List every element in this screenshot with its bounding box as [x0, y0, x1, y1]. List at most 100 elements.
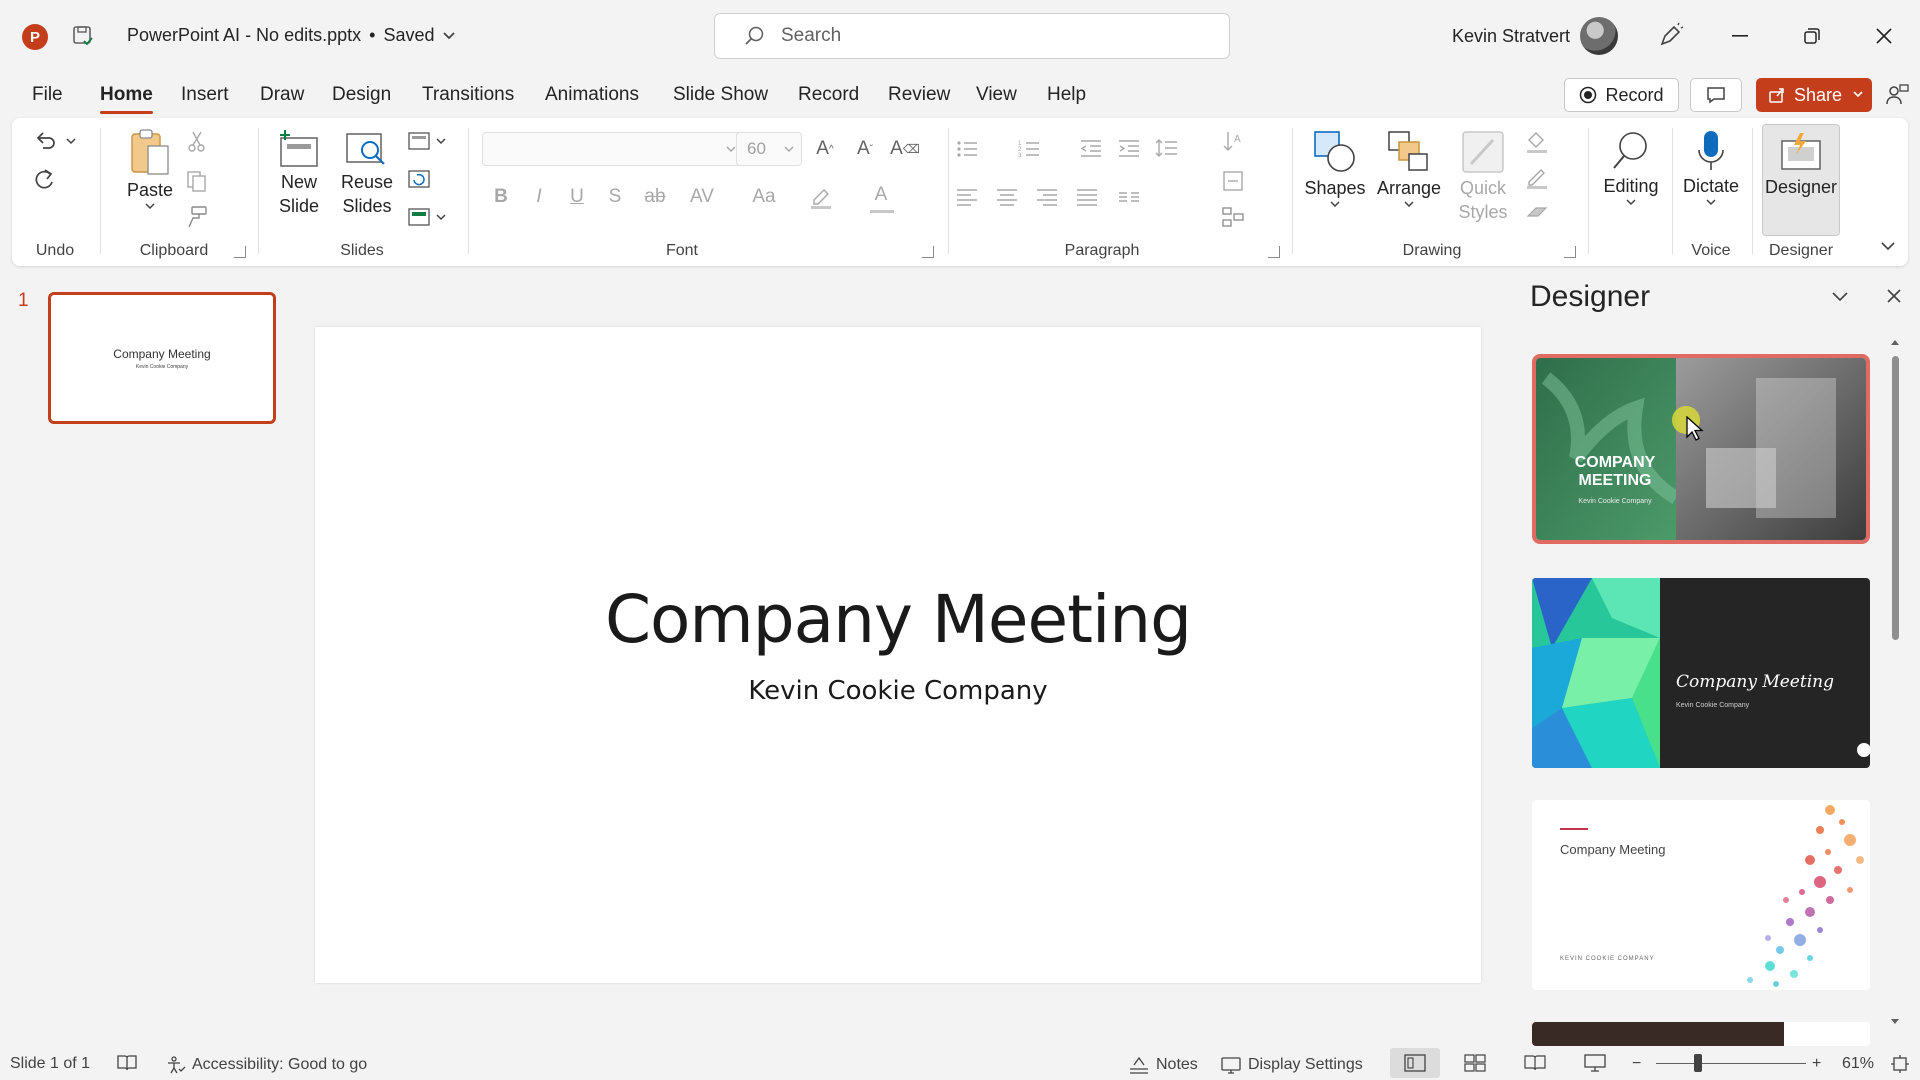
arrange-button[interactable]: Arrange — [1372, 128, 1446, 210]
font-family-dropdown[interactable] — [482, 132, 744, 166]
tab-view[interactable]: View — [976, 84, 1017, 106]
change-case-icon[interactable]: Aa — [746, 184, 782, 210]
reuse-slides-button[interactable]: Reuse Slides — [334, 128, 400, 218]
tab-help[interactable]: Help — [1047, 84, 1086, 106]
slide-count[interactable]: Slide 1 of 1 — [10, 1055, 90, 1073]
designer-scrollbar[interactable] — [1890, 338, 1900, 1028]
chevron-down-icon[interactable] — [1852, 87, 1864, 101]
record-button[interactable]: Record — [1564, 78, 1679, 112]
line-spacing-icon[interactable] — [1154, 136, 1180, 162]
align-text-icon[interactable] — [1220, 168, 1246, 194]
avatar[interactable] — [1580, 17, 1618, 55]
zoom-slider-thumb[interactable] — [1694, 1054, 1702, 1072]
zoom-level[interactable]: 61% — [1842, 1055, 1874, 1073]
quick-styles-button[interactable]: Quick Styles — [1446, 128, 1520, 224]
tab-home[interactable]: Home — [100, 84, 153, 114]
editing-button[interactable]: Editing — [1596, 128, 1666, 208]
slide-subtitle[interactable]: Kevin Cookie Company — [315, 676, 1481, 706]
underline-icon[interactable]: U — [564, 184, 590, 210]
design-idea-card[interactable]: Company Meeting KEVIN COOKIE COMPANY — [1532, 800, 1870, 990]
tab-transitions[interactable]: Transitions — [422, 84, 514, 106]
strikethrough-icon[interactable]: ab — [642, 184, 668, 210]
design-idea-card[interactable]: Company Meeting Kevin Cookie Company — [1532, 578, 1870, 768]
spell-check-icon[interactable] — [116, 1053, 138, 1073]
zoom-in-button[interactable]: + — [1812, 1055, 1821, 1073]
italic-icon[interactable]: I — [526, 184, 552, 210]
accessibility-status[interactable]: Accessibility: Good to go — [166, 1055, 367, 1075]
slide-show-icon[interactable] — [1584, 1054, 1606, 1072]
columns-icon[interactable] — [1116, 184, 1142, 210]
zoom-out-button[interactable]: − — [1632, 1055, 1641, 1073]
dictate-button[interactable]: Dictate — [1676, 128, 1746, 208]
slide-thumbnail[interactable]: Company Meeting Kevin Cookie Company — [48, 292, 276, 424]
slide-title[interactable]: Company Meeting — [315, 581, 1481, 658]
display-settings-button[interactable]: Display Settings — [1220, 1055, 1363, 1075]
new-slide-button[interactable]: New Slide — [268, 128, 330, 218]
notes-button[interactable]: Notes — [1128, 1055, 1198, 1075]
tab-animations[interactable]: Animations — [545, 84, 639, 106]
shape-fill-icon[interactable] — [1524, 128, 1550, 154]
collapse-ribbon-icon[interactable] — [1880, 240, 1896, 252]
shape-outline-icon[interactable] — [1524, 164, 1550, 190]
present-teams-icon[interactable] — [1884, 82, 1910, 108]
cut-icon[interactable] — [184, 128, 210, 154]
restore-button[interactable] — [1794, 18, 1830, 54]
designer-options-button[interactable] — [1826, 282, 1854, 310]
chevron-down-icon[interactable] — [64, 128, 78, 154]
design-idea-card[interactable] — [1532, 1022, 1870, 1046]
paragraph-launcher-icon[interactable] — [1268, 246, 1280, 258]
document-title[interactable]: PowerPoint AI - No edits.pptx • Saved — [127, 25, 456, 46]
design-idea-card[interactable]: COMPANY MEETING Kevin Cookie Company — [1532, 354, 1870, 544]
normal-view-icon[interactable] — [1404, 1054, 1426, 1072]
scrollbar-thumb[interactable] — [1892, 356, 1899, 640]
designer-close-button[interactable] — [1880, 282, 1908, 310]
paste-button[interactable]: Paste — [118, 128, 182, 212]
undo-icon[interactable] — [32, 128, 58, 154]
format-painter-icon[interactable] — [184, 204, 210, 230]
justify-icon[interactable] — [1074, 184, 1100, 210]
font-color-icon[interactable]: A — [868, 182, 894, 208]
align-center-icon[interactable] — [994, 184, 1020, 210]
copilot-pen-icon[interactable] — [1656, 22, 1684, 50]
user-name[interactable]: Kevin Stratvert — [1452, 26, 1570, 47]
text-shadow-icon[interactable]: S — [602, 184, 628, 210]
minimize-button[interactable] — [1722, 18, 1758, 54]
close-window-button[interactable] — [1866, 18, 1902, 54]
slide-sorter-icon[interactable] — [1464, 1054, 1486, 1072]
increase-indent-icon[interactable] — [1116, 136, 1142, 162]
shape-effects-icon[interactable] — [1524, 200, 1550, 226]
redo-icon[interactable] — [32, 166, 58, 192]
tab-draw[interactable]: Draw — [260, 84, 304, 106]
chevron-down-icon[interactable] — [434, 128, 448, 154]
align-left-icon[interactable] — [954, 184, 980, 210]
clear-formatting-icon[interactable]: A ⌫ — [890, 136, 920, 162]
bold-icon[interactable]: B — [488, 184, 514, 210]
character-spacing-icon[interactable]: AV — [684, 184, 720, 210]
tab-review[interactable]: Review — [888, 84, 950, 106]
tab-record[interactable]: Record — [798, 84, 859, 106]
chevron-down-icon[interactable] — [434, 204, 448, 230]
numbering-icon[interactable]: 123 — [1016, 136, 1042, 162]
tab-file[interactable]: File — [32, 84, 63, 106]
clipboard-launcher-icon[interactable] — [234, 246, 246, 258]
designer-button[interactable]: Designer — [1762, 124, 1840, 236]
align-right-icon[interactable] — [1034, 184, 1060, 210]
tab-slide-show[interactable]: Slide Show — [673, 84, 768, 106]
increase-font-size-icon[interactable]: A ^ — [812, 136, 838, 162]
font-size-dropdown[interactable]: 60 — [736, 132, 802, 166]
reset-slide-icon[interactable] — [406, 166, 432, 192]
scroll-down-icon[interactable] — [1890, 1018, 1900, 1026]
shapes-button[interactable]: Shapes — [1300, 128, 1370, 210]
scroll-up-icon[interactable] — [1890, 338, 1900, 346]
smartart-icon[interactable] — [1220, 204, 1246, 230]
copy-icon[interactable] — [184, 168, 210, 194]
fit-to-window-icon[interactable] — [1890, 1054, 1910, 1074]
slide-canvas[interactable]: Company Meeting Kevin Cookie Company — [315, 327, 1481, 983]
bullets-icon[interactable] — [954, 136, 980, 162]
layout-icon[interactable] — [406, 128, 432, 154]
section-icon[interactable] — [406, 204, 432, 230]
tab-design[interactable]: Design — [332, 84, 391, 106]
reading-view-icon[interactable] — [1524, 1054, 1546, 1072]
comments-button[interactable] — [1690, 78, 1742, 112]
decrease-font-size-icon[interactable]: Aˇ — [852, 136, 878, 162]
